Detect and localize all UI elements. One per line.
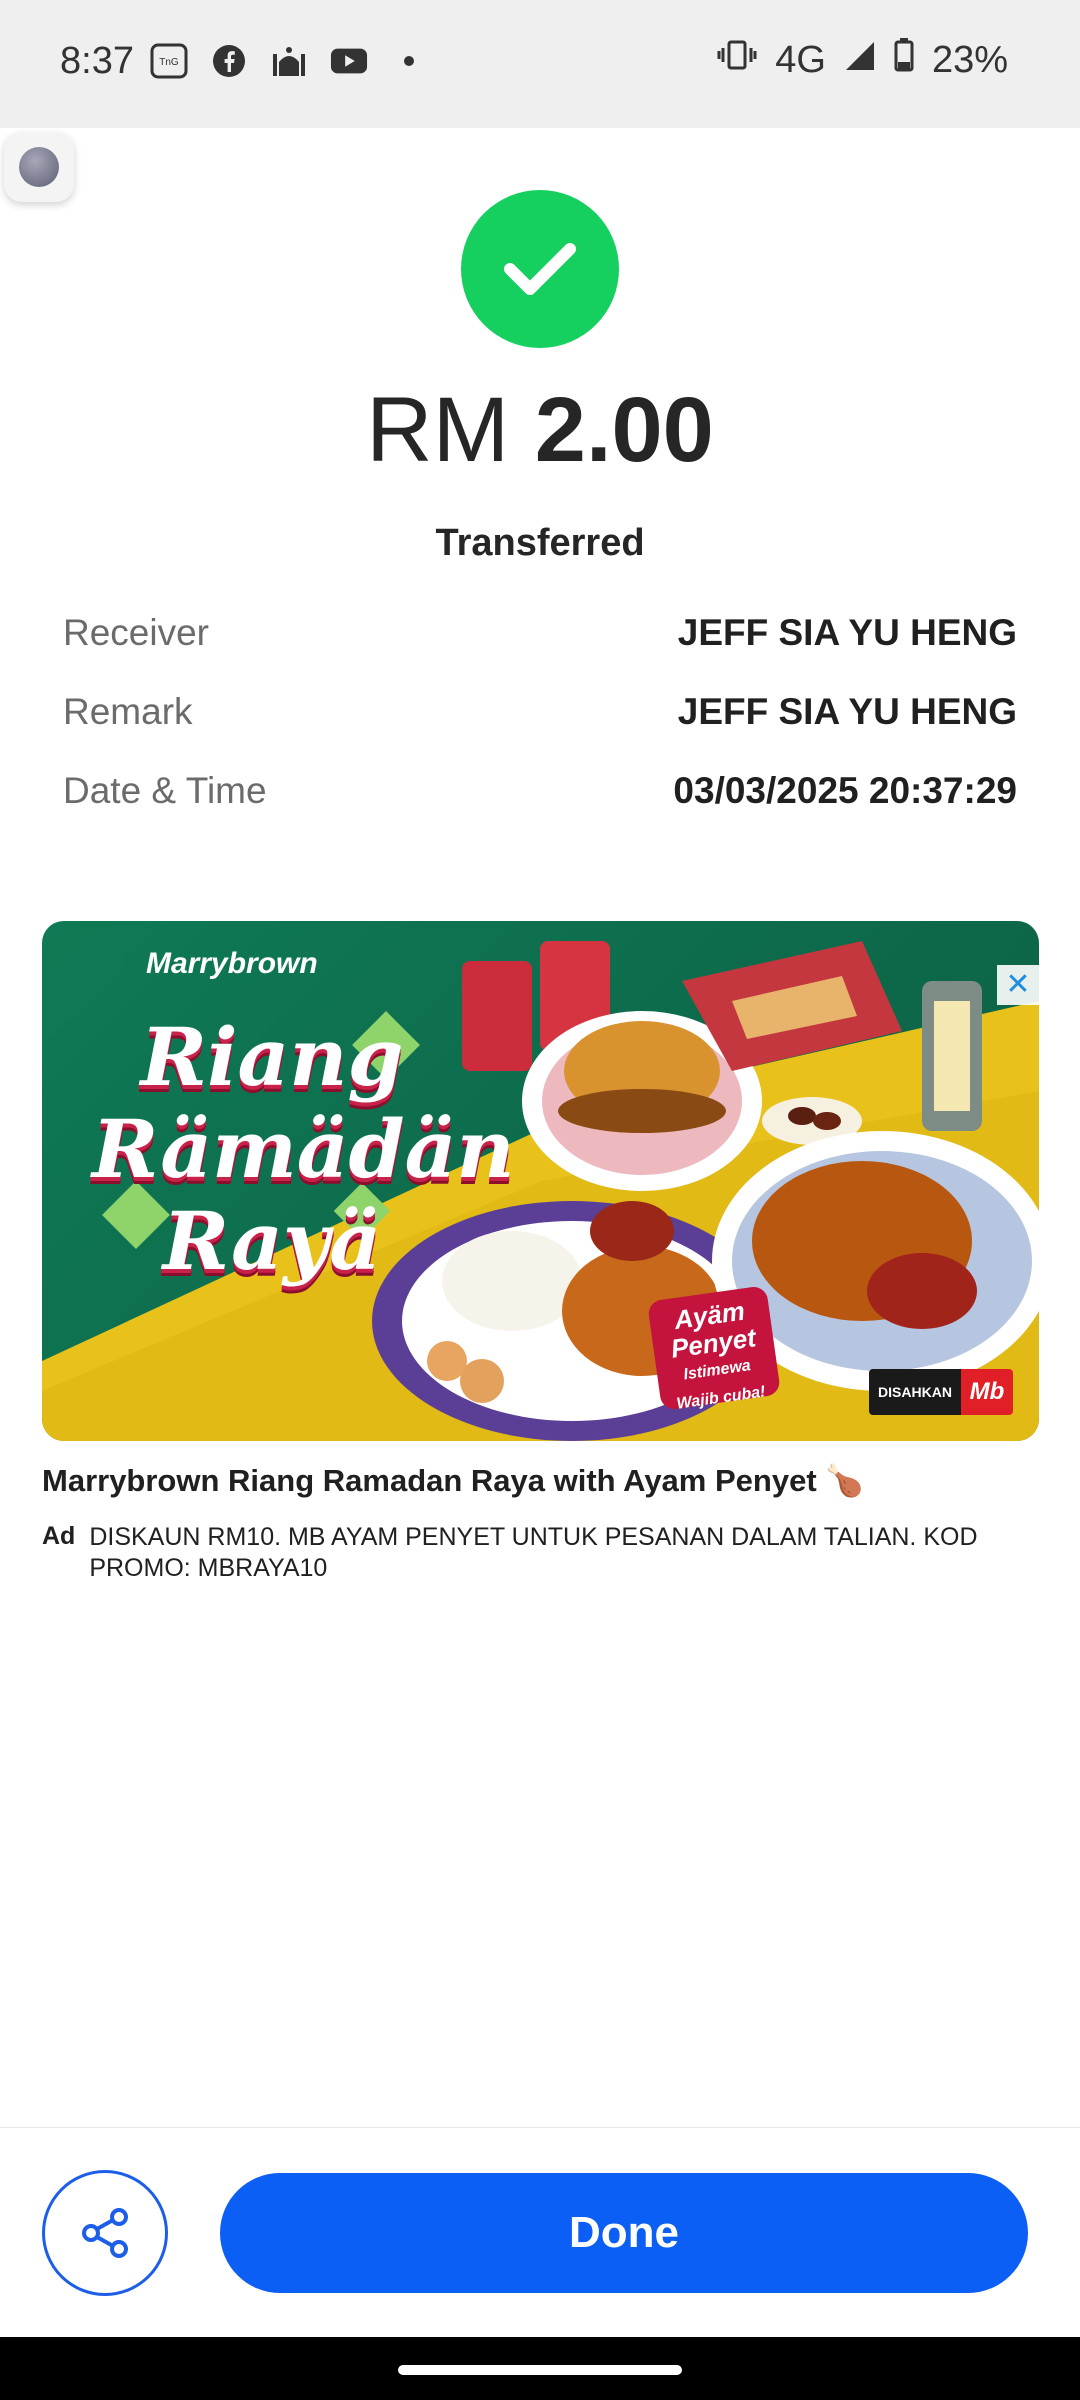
ad-banner-title: Riang Rämädän Rayä (92, 1010, 515, 1288)
signal-icon (844, 39, 876, 82)
ad-description[interactable]: Ad DISKAUN RM10. MB AYAM PENYET UNTUK PE… (42, 1522, 1042, 1584)
detail-label: Receiver (63, 612, 209, 653)
ad-banner[interactable]: Marrybrown Riang Rämädän Rayä Ayäm Penye… (42, 921, 1039, 1441)
detail-value: JEFF SIA YU HENG (677, 691, 1017, 732)
system-nav-bar (0, 2337, 1080, 2400)
detail-row-datetime: Date & Time 03/03/2025 20:37:29 (63, 770, 1017, 849)
system-status: 4G 23% (717, 38, 1008, 82)
status-bar: 8:37 TnG 4G 23% (0, 0, 1080, 128)
amount-currency: RM (366, 379, 510, 481)
detail-value: 03/03/2025 20:37:29 (673, 770, 1017, 811)
detail-value: JEFF SIA YU HENG (677, 612, 1017, 653)
done-button[interactable]: Done (220, 2173, 1028, 2293)
svg-text:TnG: TnG (159, 57, 179, 68)
ad-description-text: DISKAUN RM10. MB AYAM PENYET UNTUK PESAN… (89, 1523, 978, 1582)
battery-icon (894, 38, 914, 82)
ad-halal-logo: DISAHKAN HALAL Mb (869, 1369, 1013, 1415)
receipt-details: Receiver JEFF SIA YU HENG Remark JEFF SI… (63, 612, 1017, 849)
ad-headline[interactable]: Marrybrown Riang Ramadan Raya with Ayam … (42, 1462, 864, 1499)
touch-n-go-icon: TnG (150, 43, 188, 79)
detail-row-receiver: Receiver JEFF SIA YU HENG (63, 612, 1017, 691)
vibrate-icon (717, 38, 757, 82)
transfer-amount: RM 2.00 (0, 378, 1080, 483)
detail-label: Remark (63, 691, 193, 732)
mosque-icon (270, 44, 308, 78)
share-button[interactable] (42, 2170, 168, 2296)
success-check-icon (461, 190, 619, 348)
network-label: 4G (775, 38, 826, 81)
youtube-icon (330, 44, 368, 78)
notification-icons: TnG (150, 43, 428, 79)
home-gesture-handle[interactable] (398, 2365, 682, 2375)
mb-logo: Mb (961, 1369, 1013, 1415)
share-icon (82, 2208, 128, 2258)
bottom-action-bar: Done (0, 2127, 1080, 2337)
battery-percent: 23% (931, 38, 1008, 81)
ad-label: Ad (42, 1522, 76, 1550)
bubble-icon (19, 147, 59, 187)
ad-product-badge: Ayäm Penyet Istimewa Wajib cuba! (646, 1285, 782, 1413)
floating-bubble-button[interactable] (4, 132, 74, 202)
detail-row-remark: Remark JEFF SIA YU HENG (63, 691, 1017, 770)
transfer-status: Transferred (435, 522, 645, 564)
ad-close-icon[interactable]: ✕ (997, 965, 1039, 1005)
facebook-icon (210, 44, 248, 78)
amount-value: 2.00 (534, 379, 714, 481)
halal-label: DISAHKAN HALAL (869, 1369, 961, 1415)
dot-icon (390, 44, 428, 78)
detail-label: Date & Time (63, 770, 267, 811)
status-time: 8:37 (60, 40, 134, 82)
ad-brand-logo: Marrybrown (146, 947, 318, 980)
